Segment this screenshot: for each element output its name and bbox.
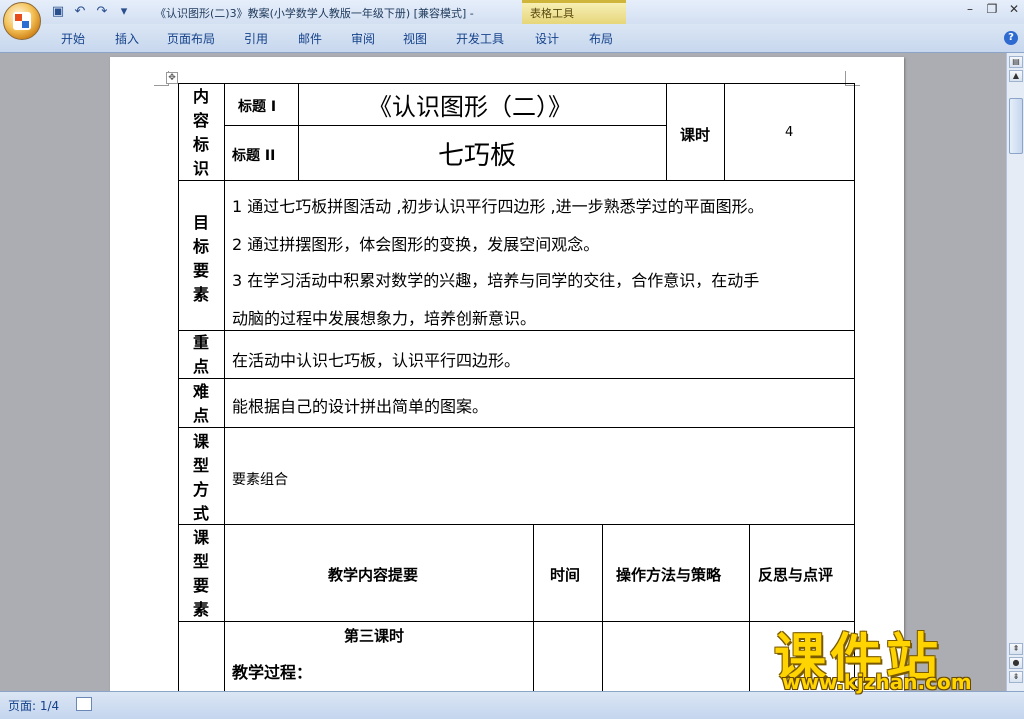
table-border bbox=[178, 621, 855, 622]
minimize-icon[interactable]: – bbox=[964, 2, 976, 16]
table-border bbox=[178, 180, 855, 181]
period-label: 课时 bbox=[680, 126, 711, 144]
table-border bbox=[724, 83, 725, 180]
scroll-up-icon[interactable]: ▲ bbox=[1009, 70, 1023, 82]
content-id-label: 内容标识 bbox=[192, 87, 209, 178]
window-title: 《认识图形(二)3》教案(小学数学人教版一年级下册) [兼容模式] - bbox=[155, 7, 474, 20]
tab-page-layout[interactable]: 页面布局 bbox=[167, 30, 215, 47]
table-border bbox=[178, 83, 855, 84]
key-point-text[interactable]: 在活动中认识七巧板，认识平行四边形。 bbox=[232, 347, 520, 371]
tab-view[interactable]: 视图 bbox=[403, 30, 427, 47]
tab-review[interactable]: 审阅 bbox=[351, 30, 375, 47]
ribbon-tab-bar: 开始 插入 页面布局 引用 邮件 审阅 视图 开发工具 设计 布局 bbox=[0, 24, 1024, 53]
difficulty-text[interactable]: 能根据自己的设计拼出简单的图案。 bbox=[232, 393, 488, 417]
watermark-logo: 课件站 www.kjzhan.com bbox=[770, 620, 1006, 694]
table-border bbox=[178, 427, 855, 428]
process-heading[interactable]: 教学过程： bbox=[232, 659, 312, 683]
table-border bbox=[178, 378, 855, 379]
col-method-header: 操作方法与策略 bbox=[616, 566, 722, 584]
class-mode-label: 课型方式 bbox=[192, 432, 209, 523]
table-border bbox=[749, 524, 750, 691]
office-button[interactable] bbox=[3, 2, 41, 40]
class-elements-label: 课型要素 bbox=[192, 528, 209, 619]
save-icon[interactable]: ▣ bbox=[50, 4, 66, 20]
next-page-icon[interactable]: ⇟ bbox=[1009, 671, 1023, 683]
customize-qat-icon[interactable]: ▾ bbox=[116, 4, 132, 20]
restore-icon[interactable]: ❐ bbox=[986, 2, 998, 16]
tab-layout[interactable]: 布局 bbox=[589, 30, 613, 47]
context-tab-label: 表格工具 bbox=[530, 7, 574, 20]
tab-home[interactable]: 开始 bbox=[61, 30, 85, 47]
table-border bbox=[224, 125, 666, 126]
table-tools-context-tab: 表格工具 bbox=[522, 0, 626, 24]
tab-references[interactable]: 引用 bbox=[244, 30, 268, 47]
table-move-handle-icon[interactable]: ✥ bbox=[166, 72, 178, 84]
title-bar: ▣ ↶ ↷ ▾ 《认识图形(二)3》教案(小学数学人教版一年级下册) [兼容模式… bbox=[0, 0, 1024, 24]
goals-label: 目标要素 bbox=[192, 213, 209, 304]
window-controls: – ❐ ✕ bbox=[964, 2, 1020, 16]
table-border bbox=[178, 330, 855, 331]
key-point-label: 重点 bbox=[192, 333, 209, 376]
ruler-toggle-icon[interactable]: ▤ bbox=[1009, 56, 1023, 68]
page-counter[interactable]: 页面: 1/4 bbox=[8, 697, 59, 714]
title2-label: 标题 II bbox=[232, 148, 276, 164]
title1-label: 标题 I bbox=[238, 99, 277, 115]
goal-line-3[interactable]: 3 在学习活动中积累对数学的兴趣，培养与同学的交往，合作意识，在动手 bbox=[232, 267, 759, 291]
quick-access-toolbar: ▣ ↶ ↷ ▾ bbox=[50, 3, 132, 21]
tab-design[interactable]: 设计 bbox=[535, 30, 559, 47]
table-border bbox=[602, 524, 603, 691]
table-border bbox=[298, 83, 299, 180]
previous-page-icon[interactable]: ⇞ bbox=[1009, 643, 1023, 655]
table-border bbox=[533, 524, 534, 691]
watermark-url: www.kjzhan.com bbox=[782, 670, 972, 694]
scrollbar-thumb[interactable] bbox=[1009, 98, 1023, 154]
tab-insert[interactable]: 插入 bbox=[115, 30, 139, 47]
redo-icon[interactable]: ↷ bbox=[94, 4, 110, 20]
col-time-header: 时间 bbox=[550, 566, 581, 584]
status-bar: 页面: 1/4 bbox=[0, 691, 1024, 719]
close-icon[interactable]: ✕ bbox=[1008, 2, 1020, 16]
table-border bbox=[178, 83, 179, 691]
table-border bbox=[178, 524, 855, 525]
browse-object-icon[interactable]: ● bbox=[1009, 657, 1023, 669]
proofing-icon[interactable] bbox=[76, 697, 92, 711]
table-border bbox=[854, 83, 855, 691]
document-page[interactable]: ✥ 内容标识 标题 I 《认识图形（二）》 标题 II 七巧板 课时 4 目标要… bbox=[110, 57, 904, 691]
col-content-header: 教学内容提要 bbox=[328, 566, 419, 584]
goal-line-1[interactable]: 1 通过七巧板拼图活动 ,初步认识平行四边形 ,进一步熟悉学过的平面图形。 bbox=[232, 193, 764, 217]
title2-value[interactable]: 七巧板 bbox=[438, 135, 516, 172]
session-heading[interactable]: 第三课时 bbox=[344, 625, 404, 646]
tab-developer[interactable]: 开发工具 bbox=[456, 30, 504, 47]
period-value[interactable]: 4 bbox=[785, 125, 793, 140]
help-icon[interactable]: ? bbox=[1004, 31, 1018, 45]
document-workspace: ✥ 内容标识 标题 I 《认识图形（二）》 标题 II 七巧板 课时 4 目标要… bbox=[0, 53, 1006, 691]
difficulty-label: 难点 bbox=[192, 382, 209, 425]
col-reflect-header: 反思与点评 bbox=[758, 566, 834, 584]
office-logo-icon bbox=[13, 12, 31, 30]
undo-icon[interactable]: ↶ bbox=[72, 4, 88, 20]
table-border bbox=[666, 83, 667, 180]
goal-line-4[interactable]: 动脑的过程中发展想象力，培养创新意识。 bbox=[232, 305, 536, 329]
vertical-scrollbar[interactable]: ▤ ▲ ⇞ ● ⇟ bbox=[1006, 53, 1024, 691]
table-border bbox=[224, 83, 225, 691]
tab-mailings[interactable]: 邮件 bbox=[298, 30, 322, 47]
goal-line-2[interactable]: 2 通过拼摆图形，体会图形的变换，发展空间观念。 bbox=[232, 231, 599, 255]
title1-value[interactable]: 《认识图形（二）》 bbox=[368, 87, 572, 122]
class-mode-text[interactable]: 要素组合 bbox=[232, 469, 288, 489]
